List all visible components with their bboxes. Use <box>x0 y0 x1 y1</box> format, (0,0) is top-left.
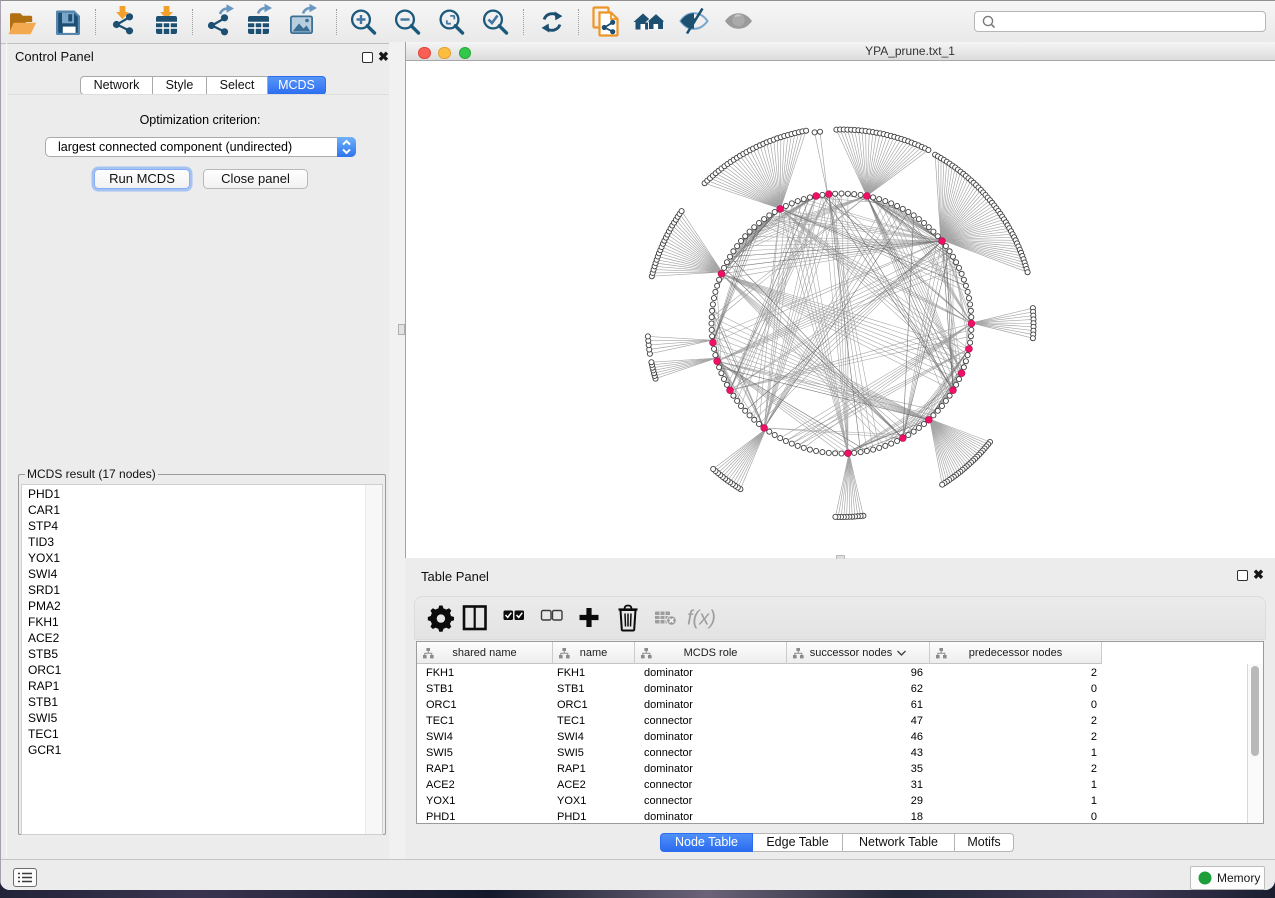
svg-text:f(x): f(x) <box>687 608 716 630</box>
